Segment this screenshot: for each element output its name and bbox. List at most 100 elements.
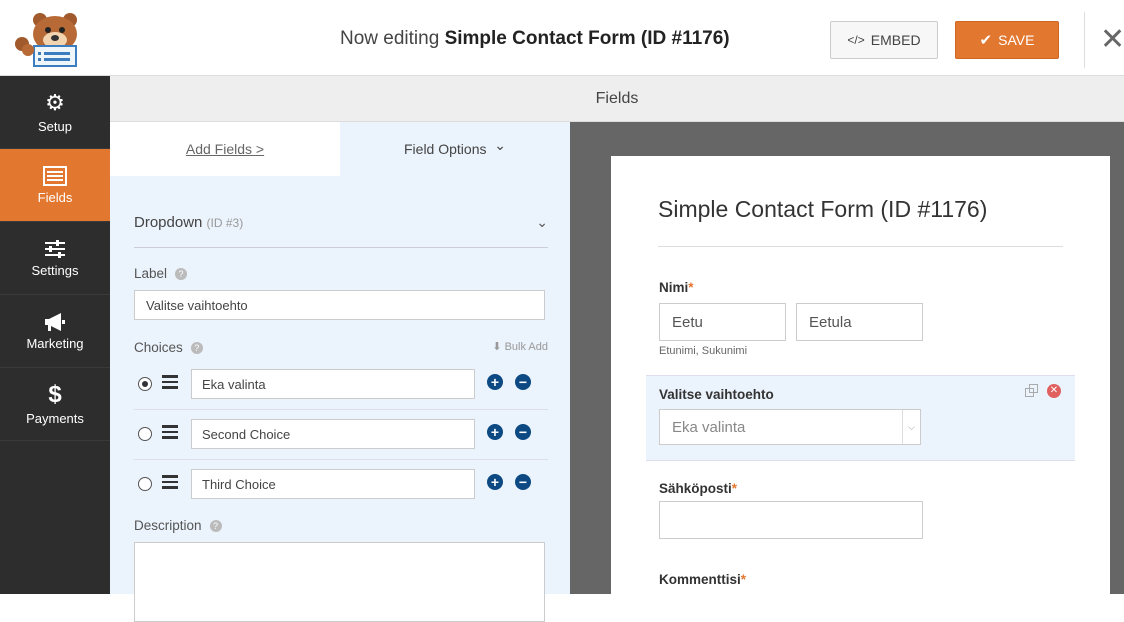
sidebar-item-marketing[interactable]: Marketing <box>0 295 110 368</box>
add-choice-icon[interactable]: + <box>487 374 503 390</box>
selected-dropdown-field[interactable]: Valitse vaihtoehto ✕ Eka valinta ⌵ <box>646 375 1075 461</box>
dropdown-select[interactable]: Eka valinta ⌵ <box>659 409 921 445</box>
dropdown-label: Valitse vaihtoehto <box>659 387 774 402</box>
divider <box>134 247 548 248</box>
field-id: (ID #3) <box>206 216 244 230</box>
sidebar-item-setup[interactable]: ⚙ Setup <box>0 76 110 149</box>
choice-input[interactable]: Third Choice <box>191 469 475 499</box>
megaphone-icon <box>45 312 65 331</box>
collapse-chevron-icon[interactable]: ⌄ <box>536 214 548 231</box>
name-field-label[interactable]: Nimi* <box>659 280 694 295</box>
chevron-down-icon: ⌄ <box>494 136 506 153</box>
choice-value: Second Choice <box>202 426 291 442</box>
drag-handle-icon[interactable] <box>162 375 178 389</box>
checkmark-icon: ✔ <box>979 32 993 49</box>
panel-tabs: Add Fields > Field Options ⌄ <box>110 122 570 176</box>
help-icon[interactable]: ? <box>190 341 203 354</box>
divider <box>658 246 1063 247</box>
description-textarea[interactable] <box>134 542 545 622</box>
choice-default-radio[interactable] <box>138 477 152 491</box>
description-title: Description <box>134 518 202 533</box>
email-label: Sähköposti <box>659 481 732 496</box>
chevron-right-icon: > <box>255 141 265 157</box>
duplicate-icon[interactable] <box>1025 384 1039 398</box>
code-icon: </> <box>847 33 865 47</box>
name-sublabel: Etunimi, Sukunimi <box>659 345 748 357</box>
preview-form-title: Simple Contact Form (ID #1176) <box>658 196 988 222</box>
fields-icon <box>43 165 67 186</box>
email-input[interactable] <box>659 501 923 539</box>
choice-default-radio[interactable] <box>138 377 152 391</box>
save-label: SAVE <box>998 32 1035 48</box>
save-button[interactable]: ✔ SAVE <box>955 21 1059 59</box>
choice-input[interactable]: Eka valinta <box>191 369 475 399</box>
tab-field-options-label: Field Options <box>404 141 487 157</box>
builder-sidebar: ⚙ Setup Fields Settings Marketing $ Paym… <box>0 76 110 594</box>
delete-icon[interactable]: ✕ <box>1047 384 1061 398</box>
sidebar-item-label: Marketing <box>26 335 84 351</box>
label-heading: Label ? <box>134 266 188 281</box>
comment-label: Kommenttisi <box>659 572 741 587</box>
field-options-panel: Add Fields > Field Options ⌄ Dropdown (I… <box>110 122 570 622</box>
first-name-input[interactable]: Eetu <box>659 303 786 341</box>
choice-row: Second Choice + − <box>134 410 548 460</box>
tab-add-fields[interactable]: Add Fields > <box>110 122 340 176</box>
email-field-label[interactable]: Sähköposti* <box>659 481 737 496</box>
add-choice-icon[interactable]: + <box>487 424 503 440</box>
sidebar-item-settings[interactable]: Settings <box>0 222 110 295</box>
drag-handle-icon[interactable] <box>162 475 178 489</box>
choice-row: Eka valinta + − <box>134 360 548 410</box>
sidebar-item-fields[interactable]: Fields <box>0 149 110 222</box>
sidebar-item-label: Fields <box>37 189 73 205</box>
tab-field-options[interactable]: Field Options ⌄ <box>340 122 570 176</box>
choices-title: Choices <box>134 340 183 355</box>
sliders-icon <box>45 239 65 258</box>
fields-header-title: Fields <box>595 89 639 107</box>
remove-choice-icon[interactable]: − <box>515 424 531 440</box>
drag-handle-icon[interactable] <box>162 425 178 439</box>
label-input-value: Valitse vaihtoehto <box>146 297 248 313</box>
sidebar-item-label: Payments <box>26 410 84 426</box>
sidebar-item-payments[interactable]: $ Payments <box>0 368 110 441</box>
top-bar: Now editing Simple Contact Form (ID #117… <box>0 0 1124 76</box>
choice-row: Third Choice + − <box>134 460 548 510</box>
tab-add-fields-label: Add Fields <box>185 141 253 157</box>
field-actions: ✕ <box>1025 384 1061 398</box>
required-mark: * <box>731 481 738 496</box>
header-divider <box>1084 12 1085 68</box>
dollar-icon: $ <box>48 380 62 408</box>
form-preview: Simple Contact Form (ID #1176) Nimi* Eet… <box>611 156 1110 594</box>
required-mark: * <box>740 572 747 587</box>
remove-choice-icon[interactable]: − <box>515 374 531 390</box>
help-icon[interactable]: ? <box>209 519 222 532</box>
field-type-title: Dropdown (ID #3) <box>134 214 243 231</box>
choice-default-radio[interactable] <box>138 427 152 441</box>
choice-value: Eka valinta <box>202 376 266 392</box>
help-icon[interactable]: ? <box>175 267 188 280</box>
bulk-add-link[interactable]: ⬇ Bulk Add <box>492 340 548 353</box>
name-label: Nimi <box>659 280 689 295</box>
last-name-placeholder: Eetula <box>809 313 852 331</box>
label-input[interactable]: Valitse vaihtoehto <box>134 290 545 320</box>
embed-button[interactable]: </> EMBED <box>830 21 938 59</box>
editing-title: Now editing Simple Contact Form (ID #117… <box>340 28 730 50</box>
choice-input[interactable]: Second Choice <box>191 419 475 449</box>
embed-label: EMBED <box>870 32 921 48</box>
choice-value: Third Choice <box>202 476 276 492</box>
fields-header: Fields <box>110 76 1124 122</box>
add-choice-icon[interactable]: + <box>487 474 503 490</box>
first-name-placeholder: Eetu <box>672 313 703 331</box>
sidebar-item-label: Settings <box>31 262 79 278</box>
form-name: Simple Contact Form (ID #1176) <box>444 28 730 49</box>
label-title: Label <box>134 266 168 281</box>
bulk-add-label: Bulk Add <box>504 341 548 353</box>
remove-choice-icon[interactable]: − <box>515 474 531 490</box>
download-icon: ⬇ <box>492 341 502 353</box>
gear-icon: ⚙ <box>45 89 65 115</box>
required-mark: * <box>688 280 694 295</box>
last-name-input[interactable]: Eetula <box>796 303 923 341</box>
description-heading: Description ? <box>134 518 222 533</box>
dropdown-value: Eka valinta <box>672 418 746 436</box>
close-icon[interactable]: ✕ <box>1100 22 1124 57</box>
comment-field-label[interactable]: Kommenttisi* <box>659 572 746 587</box>
